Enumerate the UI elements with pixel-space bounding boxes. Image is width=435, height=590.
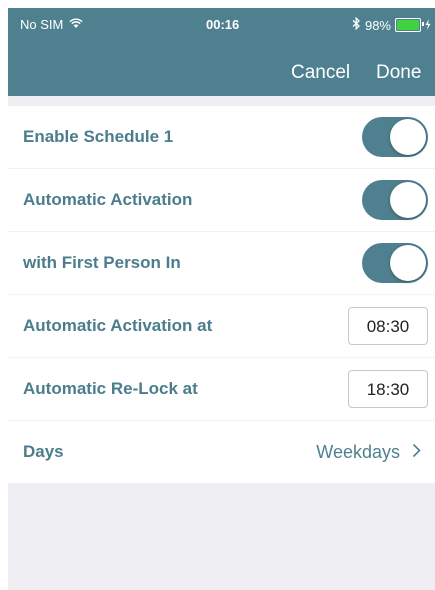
battery-percent: 98% xyxy=(364,17,391,33)
status-left: No SIM xyxy=(20,17,83,32)
bluetooth-icon xyxy=(352,16,361,33)
carrier-label: No SIM xyxy=(20,17,64,32)
wifi-icon xyxy=(69,17,83,32)
days-label: Days xyxy=(23,442,64,461)
navigation-bar: Cancel Done xyxy=(8,40,435,96)
cancel-button[interactable]: Cancel xyxy=(291,62,350,84)
first-person-in-label: with First Person In xyxy=(23,253,181,272)
status-right: 98% xyxy=(352,16,431,33)
battery-fill xyxy=(397,20,419,30)
toggle-knob xyxy=(390,119,426,155)
settings-list: Enable Schedule 1 Automatic Activation w… xyxy=(8,106,435,483)
first-person-in-row: with First Person In xyxy=(8,232,435,295)
enable-schedule-row: Enable Schedule 1 xyxy=(8,106,435,169)
battery-icon xyxy=(395,18,424,32)
chevron-right-icon xyxy=(412,442,421,463)
relock-time-row: Automatic Re-Lock at 18:30 xyxy=(8,358,435,421)
battery-tip xyxy=(422,22,424,26)
toggle-knob xyxy=(390,182,426,218)
relock-time-label: Automatic Re-Lock at xyxy=(23,379,198,398)
done-button[interactable]: Done xyxy=(376,62,421,84)
days-row[interactable]: Days Weekdays xyxy=(8,421,435,483)
screen: No SIM 00:16 98% Cancel Done Enable Sche… xyxy=(8,8,435,590)
activation-time-label: Automatic Activation at xyxy=(23,316,213,335)
enable-schedule-toggle[interactable] xyxy=(362,117,428,157)
charging-bolt-icon xyxy=(425,18,431,33)
days-selector[interactable]: Weekdays xyxy=(316,442,421,463)
activation-time-row: Automatic Activation at 08:30 xyxy=(8,295,435,358)
relock-time-field[interactable]: 18:30 xyxy=(348,370,428,408)
first-person-in-toggle[interactable] xyxy=(362,243,428,283)
automatic-activation-label: Automatic Activation xyxy=(23,190,193,209)
status-bar: No SIM 00:16 98% xyxy=(8,8,435,40)
automatic-activation-toggle[interactable] xyxy=(362,180,428,220)
activation-time-field[interactable]: 08:30 xyxy=(348,307,428,345)
status-time: 00:16 xyxy=(206,17,240,32)
enable-schedule-label: Enable Schedule 1 xyxy=(23,127,174,146)
automatic-activation-row: Automatic Activation xyxy=(8,169,435,232)
days-value: Weekdays xyxy=(316,441,400,462)
toggle-knob xyxy=(390,245,426,281)
